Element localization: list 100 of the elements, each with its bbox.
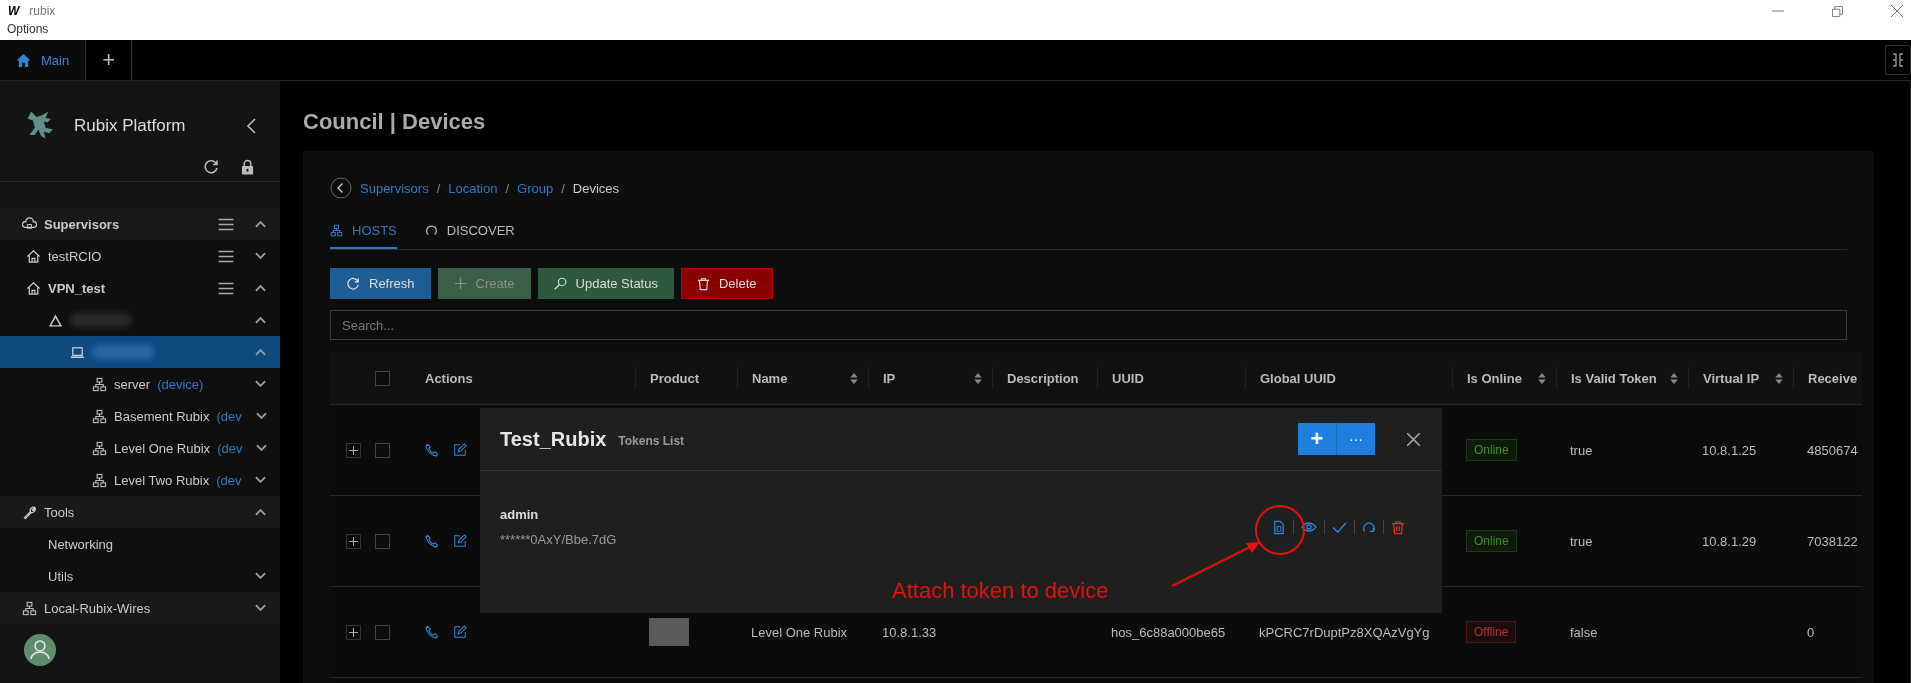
window-title: rubix [29,4,56,18]
blurred-text [70,313,132,327]
breadcrumb-separator: / [505,180,510,196]
edit-icon[interactable] [453,534,467,548]
tree-item[interactable]: Networking [0,528,280,560]
column-header: Name [752,370,788,386]
chevron-up-icon[interactable] [255,220,266,228]
tree-item-label: Level One Rubix [114,440,211,456]
update-button[interactable]: Update Status [537,268,674,299]
sort-icon[interactable] [1538,371,1546,385]
eye-icon[interactable] [1301,521,1317,533]
back-icon[interactable] [330,177,352,199]
tree-item[interactable]: VPN_test [0,272,280,304]
column-header: Description [1007,370,1079,386]
tree-item[interactable]: Level Two Rubix (dev [0,464,280,496]
tree-item[interactable]: server (device) [0,368,280,400]
tree-item[interactable]: Basement Rubix (dev [0,400,280,432]
expand-row-button[interactable] [346,533,361,549]
trash-icon[interactable] [1391,519,1405,535]
breadcrumb-link[interactable]: Group [517,180,554,196]
column-header: IP [883,370,896,386]
chevron-down-icon[interactable] [255,572,266,580]
column-header: Global UUID [1260,370,1336,386]
chevron-down-icon[interactable] [255,476,267,484]
select-all-checkbox[interactable] [375,370,390,386]
chevron-down-icon[interactable] [255,380,266,388]
chevron-down-icon[interactable] [255,604,266,612]
chevron-up-icon[interactable] [255,284,266,292]
row-checkbox[interactable] [375,533,390,549]
house-icon [26,280,41,296]
table-cell: 4850674 [1807,442,1858,458]
chevron-down-icon[interactable] [255,412,267,420]
edit-icon[interactable] [453,625,467,639]
status-badge: Online [1466,530,1517,552]
delete-button[interactable]: Delete [680,268,773,299]
chevron-up-icon[interactable] [255,348,266,356]
close-icon[interactable] [1407,432,1420,446]
menu-icon[interactable] [218,217,234,231]
brand-name: Rubix Platform [74,116,186,136]
document-icon[interactable] [1271,519,1286,535]
column-header: Virtual IP [1703,370,1760,386]
sort-icon[interactable] [974,371,982,385]
breadcrumb-link[interactable]: Supervisors [360,180,429,196]
table-cell: Level One Rubix [751,624,848,640]
menu-icon[interactable] [218,249,234,263]
network-icon [22,600,37,616]
phone-icon[interactable] [425,534,439,548]
expand-row-button[interactable] [346,442,361,458]
annotation-text: Attach token to device [892,578,1109,604]
tree-item[interactable]: testRCIO [0,240,280,272]
highlight-circle [1254,504,1306,556]
close-icon[interactable] [1891,5,1903,17]
tree-item[interactable]: Supervisors [0,208,280,240]
refresh-icon[interactable] [1362,520,1376,534]
token-value: ******0AxY/Bbe.7dG [500,532,618,547]
refresh-icon[interactable] [203,159,219,175]
plus-icon [349,627,358,637]
menu-icon[interactable] [218,281,234,295]
phone-icon[interactable] [425,625,439,639]
tab[interactable]: HOSTS [330,219,397,249]
split-view-icon[interactable] [1885,45,1911,75]
tree-item[interactable]: Level One Rubix (dev [0,432,280,464]
table-cell: true [1570,533,1593,549]
tree-item[interactable]: Utils [0,560,280,592]
breadcrumb-link[interactable]: Location [448,180,498,196]
user-avatar-icon[interactable] [24,634,56,666]
row-checkbox[interactable] [375,624,390,640]
chevron-down-icon[interactable] [255,252,266,260]
lock-icon[interactable] [241,159,254,175]
warning-triangle-icon [48,312,63,328]
search-field[interactable]: Search... [330,310,1847,340]
chevron-up-icon[interactable] [255,316,266,324]
edit-icon[interactable] [453,443,467,457]
phone-icon[interactable] [425,443,439,457]
more-button[interactable]: ··· [1337,423,1375,455]
sort-icon[interactable] [850,371,858,385]
app-tab[interactable]: Main [0,40,87,80]
chevron-up-icon[interactable] [255,508,266,516]
chevron-down-icon[interactable] [256,444,268,452]
cloud-server-icon [22,216,37,232]
tree-item-label: VPN_test [48,280,106,296]
tree-item[interactable]: Tools [0,496,280,528]
table-cell: 0 [1807,624,1815,640]
column-header: Is Online [1467,370,1522,386]
refresh-button[interactable]: Refresh [330,268,431,299]
expand-row-button[interactable] [346,624,361,640]
restore-icon[interactable] [1832,5,1843,17]
tab[interactable]: DISCOVER [424,219,515,249]
tree-item[interactable]: Local-Rubix-Wires [0,592,280,624]
menu-item[interactable]: Options [7,22,49,36]
sort-icon[interactable] [1670,371,1678,385]
tree-item-label: Supervisors [44,216,120,232]
checkmark-icon[interactable] [1332,521,1347,533]
add-token-button[interactable]: + [1298,423,1336,455]
column-header: Product [650,370,700,386]
breadcrumb-separator: / [561,180,565,196]
collapse-icon[interactable] [246,118,256,134]
sort-icon[interactable] [1775,371,1783,385]
row-checkbox[interactable] [375,442,390,458]
network-icon [92,408,107,424]
